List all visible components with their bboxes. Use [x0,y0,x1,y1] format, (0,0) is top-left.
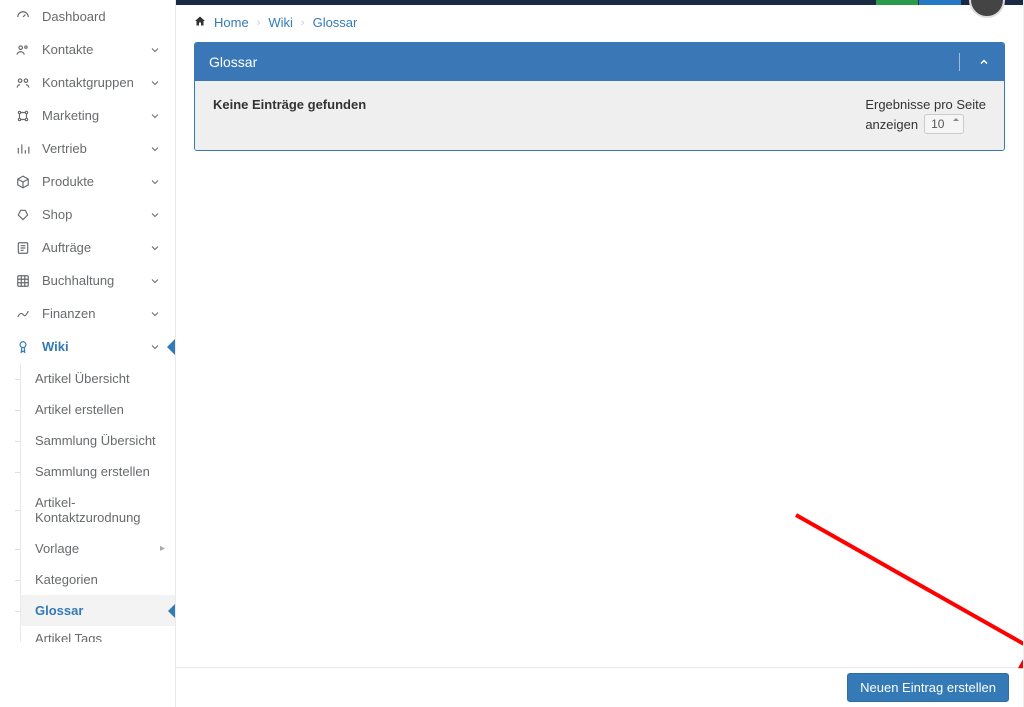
topbar-accent-blue [919,0,961,5]
sidebar-item-label: Kontakte [42,42,149,57]
chevron-down-icon [149,77,161,89]
wiki-subnav: Artikel Übersicht Artikel erstellen Samm… [20,363,175,642]
chevron-down-icon [149,341,161,353]
sidebar-item-label: Produkte [42,174,149,189]
subnav-label: Vorlage [35,541,79,556]
subnav-artikel-uebersicht[interactable]: Artikel Übersicht [21,363,175,394]
topbar-accent-green [876,0,918,5]
marketing-icon [14,109,32,123]
chevron-down-icon [149,275,161,287]
sidebar-item-label: Vertrieb [42,141,149,156]
main-content: Home › Wiki › Glossar Glossar Keine Eint… [176,0,1023,707]
contacts-icon [14,43,32,57]
sidebar-item-shop[interactable]: Shop [0,198,175,231]
chevron-right-icon: ▸ [160,543,165,554]
subnav-artikel-kontaktzuordnung[interactable]: Artikel-Kontaktzurodnung [21,487,175,533]
annotation-arrow [791,510,1024,680]
footer-bar: Neuen Eintrag erstellen [176,667,1023,707]
subnav-label: Artikel Übersicht [35,371,130,386]
subnav-sammlung-erstellen[interactable]: Sammlung erstellen [21,456,175,487]
chevron-down-icon [149,143,161,155]
panel-body: Keine Einträge gefunden Ergebnisse pro S… [195,81,1004,150]
subnav-glossar[interactable]: Glossar [21,595,175,626]
panel-collapse-toggle[interactable] [959,53,990,71]
finance-icon [14,307,32,321]
subnav-vorlage[interactable]: Vorlage ▸ [21,533,175,564]
chevron-down-icon [149,308,161,320]
sidebar-item-kontaktgruppen[interactable]: Kontaktgruppen [0,66,175,99]
breadcrumb-separator: › [301,17,305,29]
sidebar-item-kontakte[interactable]: Kontakte [0,33,175,66]
panel-header: Glossar [195,43,1004,81]
subnav-label: Glossar [35,603,83,618]
panel-title: Glossar [209,54,257,70]
create-entry-button[interactable]: Neuen Eintrag erstellen [847,673,1009,702]
chevron-down-icon [149,242,161,254]
subnav-label: Kategorien [35,572,98,587]
wiki-icon [14,340,32,354]
products-icon [14,175,32,189]
glossar-panel: Glossar Keine Einträge gefunden Ergebnis… [194,42,1005,151]
subnav-label: Sammlung Übersicht [35,433,156,448]
subnav-label: Artikel Tags [35,631,102,643]
sidebar-item-label: Buchhaltung [42,273,149,288]
sidebar-item-dashboard[interactable]: Dashboard [0,0,175,33]
chevron-down-icon [149,209,161,221]
home-icon [194,15,206,30]
sidebar-item-label: Finanzen [42,306,149,321]
empty-state-text: Keine Einträge gefunden [213,97,366,112]
breadcrumb-home[interactable]: Home [214,15,249,30]
contact-groups-icon [14,76,32,90]
sidebar-item-finanzen[interactable]: Finanzen [0,297,175,330]
sales-icon [14,142,32,156]
breadcrumb-separator: › [257,17,261,29]
subnav-sammlung-uebersicht[interactable]: Sammlung Übersicht [21,425,175,456]
sidebar-item-buchhaltung[interactable]: Buchhaltung [0,264,175,297]
chevron-down-icon [149,176,161,188]
accounting-icon [14,274,32,288]
subnav-label: Artikel erstellen [35,402,124,417]
chevron-down-icon [149,110,161,122]
chevron-down-icon [149,44,161,56]
subnav-kategorien[interactable]: Kategorien [21,564,175,595]
shop-icon [14,208,32,222]
subnav-label: Sammlung erstellen [35,464,150,479]
subnav-label: Artikel-Kontaktzurodnung [35,495,165,525]
sidebar-item-label: Dashboard [42,9,161,24]
subnav-artikel-erstellen[interactable]: Artikel erstellen [21,394,175,425]
sidebar-item-wiki[interactable]: Wiki [0,330,175,363]
page-size-label-2: anzeigen [865,117,918,132]
breadcrumb: Home › Wiki › Glossar [176,5,1023,42]
sidebar-item-vertrieb[interactable]: Vertrieb [0,132,175,165]
sidebar-item-marketing[interactable]: Marketing [0,99,175,132]
breadcrumb-wiki[interactable]: Wiki [268,15,293,30]
sidebar-item-label: Kontaktgruppen [42,75,149,90]
sidebar-item-label: Aufträge [42,240,149,255]
subnav-artikel-tags[interactable]: Artikel Tags [21,626,175,642]
sidebar: Dashboard Kontakte Kontaktgruppen Market… [0,0,176,707]
sidebar-item-label: Wiki [42,339,149,354]
page-size-label-1: Ergebnisse pro Seite [865,97,986,112]
page-size-select[interactable]: 10 [924,114,964,134]
dashboard-icon [14,10,32,24]
sidebar-item-auftraege[interactable]: Aufträge [0,231,175,264]
chevron-up-icon [978,56,990,68]
sidebar-item-produkte[interactable]: Produkte [0,165,175,198]
orders-icon [14,241,32,255]
breadcrumb-glossar[interactable]: Glossar [313,15,358,30]
sidebar-item-label: Shop [42,207,149,222]
page-size-control: Ergebnisse pro Seite anzeigen 10 [865,97,986,134]
sidebar-item-label: Marketing [42,108,149,123]
